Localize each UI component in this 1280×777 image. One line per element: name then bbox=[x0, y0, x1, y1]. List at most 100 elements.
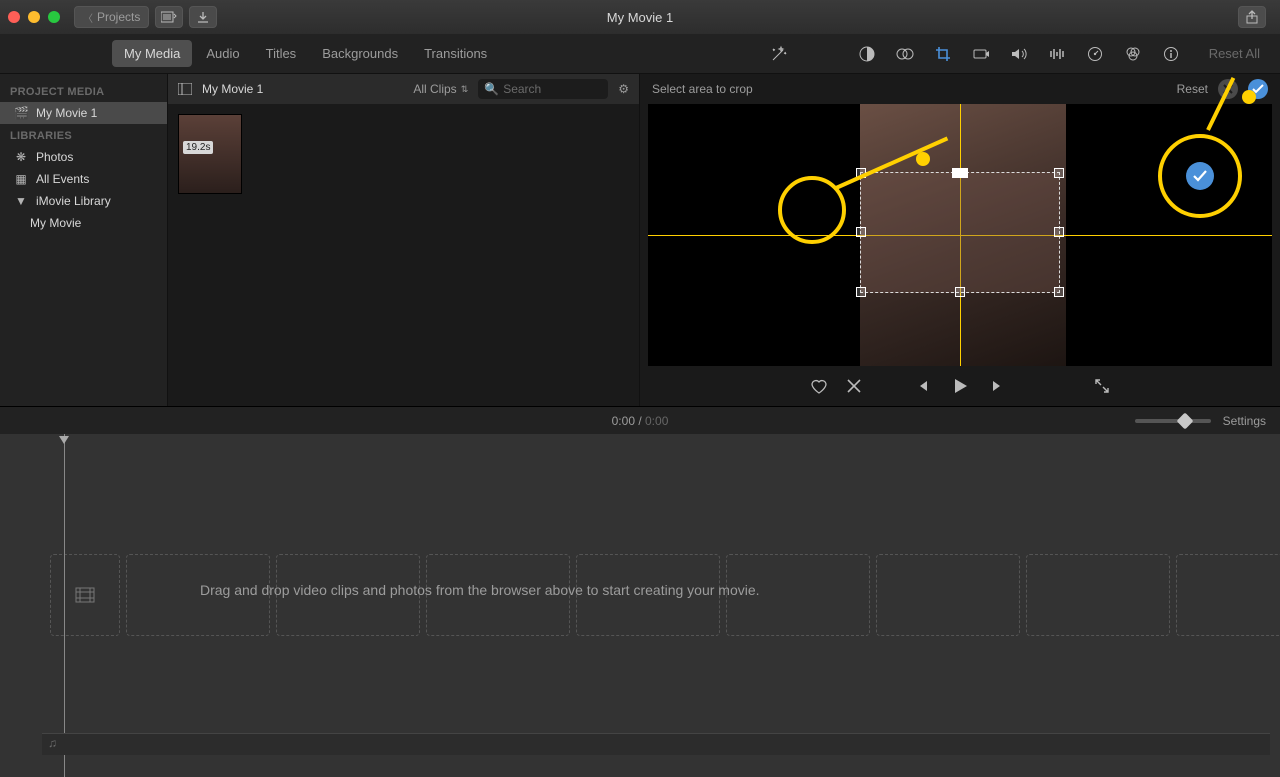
crop-handle-bm[interactable] bbox=[955, 287, 965, 297]
photos-icon: ❋ bbox=[14, 150, 28, 164]
timeline[interactable]: Drag and drop video clips and photos fro… bbox=[0, 434, 1280, 777]
filter-label: All Clips bbox=[413, 82, 456, 96]
magic-wand-icon[interactable] bbox=[769, 44, 789, 64]
library-tabs: My Media Audio Titles Backgrounds Transi… bbox=[112, 40, 499, 67]
search-placeholder: Search bbox=[503, 82, 541, 96]
sidebar-item-imovie-library[interactable]: ▼ iMovie Library bbox=[0, 190, 167, 212]
sidebar-events-label: All Events bbox=[36, 172, 89, 186]
import-media-button[interactable] bbox=[155, 6, 183, 28]
search-icon: 🔍 bbox=[484, 82, 499, 96]
fullscreen-icon[interactable] bbox=[1094, 378, 1110, 394]
minimize-window-icon[interactable] bbox=[28, 11, 40, 23]
sidebar-photos-label: Photos bbox=[36, 150, 73, 164]
close-window-icon[interactable] bbox=[8, 11, 20, 23]
sidebar-imovie-label: iMovie Library bbox=[36, 194, 111, 208]
sidebar-header-libraries: LIBRARIES bbox=[0, 124, 167, 146]
updown-icon: ⇅ bbox=[461, 84, 469, 95]
timeline-drop-hint: Drag and drop video clips and photos fro… bbox=[200, 582, 760, 598]
stabilization-icon[interactable] bbox=[971, 44, 991, 64]
download-button[interactable] bbox=[189, 6, 217, 28]
sidebar-project-label: My Movie 1 bbox=[36, 106, 97, 120]
timeline-drop-slot[interactable] bbox=[1176, 554, 1280, 636]
transport-controls bbox=[640, 366, 1280, 406]
color-correction-icon[interactable] bbox=[895, 44, 915, 64]
tab-titles[interactable]: Titles bbox=[254, 40, 309, 67]
time-total: 0:00 bbox=[645, 414, 668, 428]
zoom-knob[interactable] bbox=[1176, 412, 1193, 429]
crop-viewer[interactable] bbox=[648, 104, 1272, 366]
playhead[interactable] bbox=[64, 434, 65, 777]
crop-cancel-button[interactable] bbox=[1218, 79, 1238, 99]
favorite-icon[interactable] bbox=[810, 378, 828, 394]
reset-all-button[interactable]: Reset All bbox=[1209, 46, 1260, 61]
info-icon[interactable] bbox=[1161, 44, 1181, 64]
crop-hint-label: Select area to crop bbox=[652, 82, 753, 96]
filmstrip-icon bbox=[75, 587, 95, 603]
crop-selection[interactable] bbox=[860, 172, 1060, 293]
speed-icon[interactable] bbox=[1085, 44, 1105, 64]
tab-audio[interactable]: Audio bbox=[194, 40, 251, 67]
filter-icon[interactable] bbox=[1123, 44, 1143, 64]
back-label: Projects bbox=[97, 10, 140, 24]
audio-track[interactable]: ♫ bbox=[42, 733, 1270, 755]
crop-handle-mr[interactable] bbox=[1054, 227, 1064, 237]
crop-icon[interactable] bbox=[933, 44, 953, 64]
browser-event-title: My Movie 1 bbox=[202, 82, 263, 96]
crop-reset-button[interactable]: Reset bbox=[1177, 82, 1208, 96]
music-note-icon: ♫ bbox=[42, 734, 1270, 752]
sidebar-item-my-movie[interactable]: My Movie bbox=[0, 212, 167, 234]
events-icon: ▦ bbox=[14, 172, 28, 186]
video-track[interactable] bbox=[0, 434, 1280, 636]
tab-transitions[interactable]: Transitions bbox=[412, 40, 499, 67]
library-sidebar: PROJECT MEDIA 🎬 My Movie 1 LIBRARIES ❋ P… bbox=[0, 74, 168, 406]
share-button[interactable] bbox=[1238, 6, 1266, 28]
crop-handle-tr[interactable] bbox=[1054, 168, 1064, 178]
film-icon: 🎬 bbox=[14, 106, 28, 120]
sidebar-item-all-events[interactable]: ▦ All Events bbox=[0, 168, 167, 190]
time-sep: / bbox=[635, 414, 645, 428]
clip-grid: 19.2s bbox=[168, 104, 639, 406]
annotation-highlight-crop-handle bbox=[778, 176, 846, 244]
crop-handle-tl[interactable] bbox=[856, 168, 866, 178]
browser-toolbar: My Movie 1 All Clips ⇅ 🔍 Search ⚙ bbox=[168, 74, 639, 104]
list-toggle-icon[interactable] bbox=[178, 83, 192, 95]
library-tabs-row: My Media Audio Titles Backgrounds Transi… bbox=[0, 34, 1280, 74]
timeline-header: 0:00 / 0:00 Settings bbox=[0, 406, 1280, 434]
play-button[interactable] bbox=[951, 377, 969, 395]
tab-my-media[interactable]: My Media bbox=[112, 40, 192, 67]
clip-filter-dropdown[interactable]: All Clips ⇅ bbox=[413, 82, 468, 96]
sidebar-item-project[interactable]: 🎬 My Movie 1 bbox=[0, 102, 167, 124]
timeline-drop-slot[interactable] bbox=[876, 554, 1020, 636]
clip-browser: My Movie 1 All Clips ⇅ 🔍 Search ⚙ 19.2s bbox=[168, 74, 640, 406]
time-current: 0:00 bbox=[612, 414, 635, 428]
tab-backgrounds[interactable]: Backgrounds bbox=[310, 40, 410, 67]
search-input[interactable]: 🔍 Search bbox=[478, 79, 608, 99]
traffic-lights bbox=[8, 11, 60, 23]
sidebar-item-photos[interactable]: ❋ Photos bbox=[0, 146, 167, 168]
track-icon-slot bbox=[50, 554, 120, 636]
crop-handle-bl[interactable] bbox=[856, 287, 866, 297]
adjustments-toolbar: Reset All bbox=[769, 44, 1280, 64]
fullscreen-window-icon[interactable] bbox=[48, 11, 60, 23]
back-to-projects-button[interactable]: 〈 Projects bbox=[74, 6, 149, 28]
prev-frame-button[interactable] bbox=[915, 379, 929, 393]
chevron-left-icon: 〈 bbox=[83, 10, 93, 25]
gear-icon[interactable]: ⚙ bbox=[618, 82, 629, 96]
annotation-highlight-apply-button bbox=[1158, 134, 1242, 218]
color-balance-icon[interactable] bbox=[857, 44, 877, 64]
noise-equalizer-icon[interactable] bbox=[1047, 44, 1067, 64]
disclosure-triangle-icon[interactable]: ▼ bbox=[14, 194, 28, 208]
timeline-settings-button[interactable]: Settings bbox=[1223, 414, 1266, 428]
reject-icon[interactable] bbox=[846, 378, 862, 394]
crop-apply-button[interactable] bbox=[1248, 79, 1268, 99]
crop-handle-br[interactable] bbox=[1054, 287, 1064, 297]
crop-handle-ml[interactable] bbox=[856, 227, 866, 237]
volume-icon[interactable] bbox=[1009, 44, 1029, 64]
timeline-drop-slot[interactable] bbox=[1026, 554, 1170, 636]
window-titlebar: 〈 Projects My Movie 1 bbox=[0, 0, 1280, 34]
clip-thumbnail[interactable]: 19.2s bbox=[178, 114, 242, 194]
timeline-zoom-slider[interactable] bbox=[1135, 419, 1211, 423]
sidebar-mymovie-label: My Movie bbox=[30, 216, 81, 230]
crop-handle-center-top[interactable] bbox=[952, 168, 968, 178]
next-frame-button[interactable] bbox=[991, 379, 1005, 393]
